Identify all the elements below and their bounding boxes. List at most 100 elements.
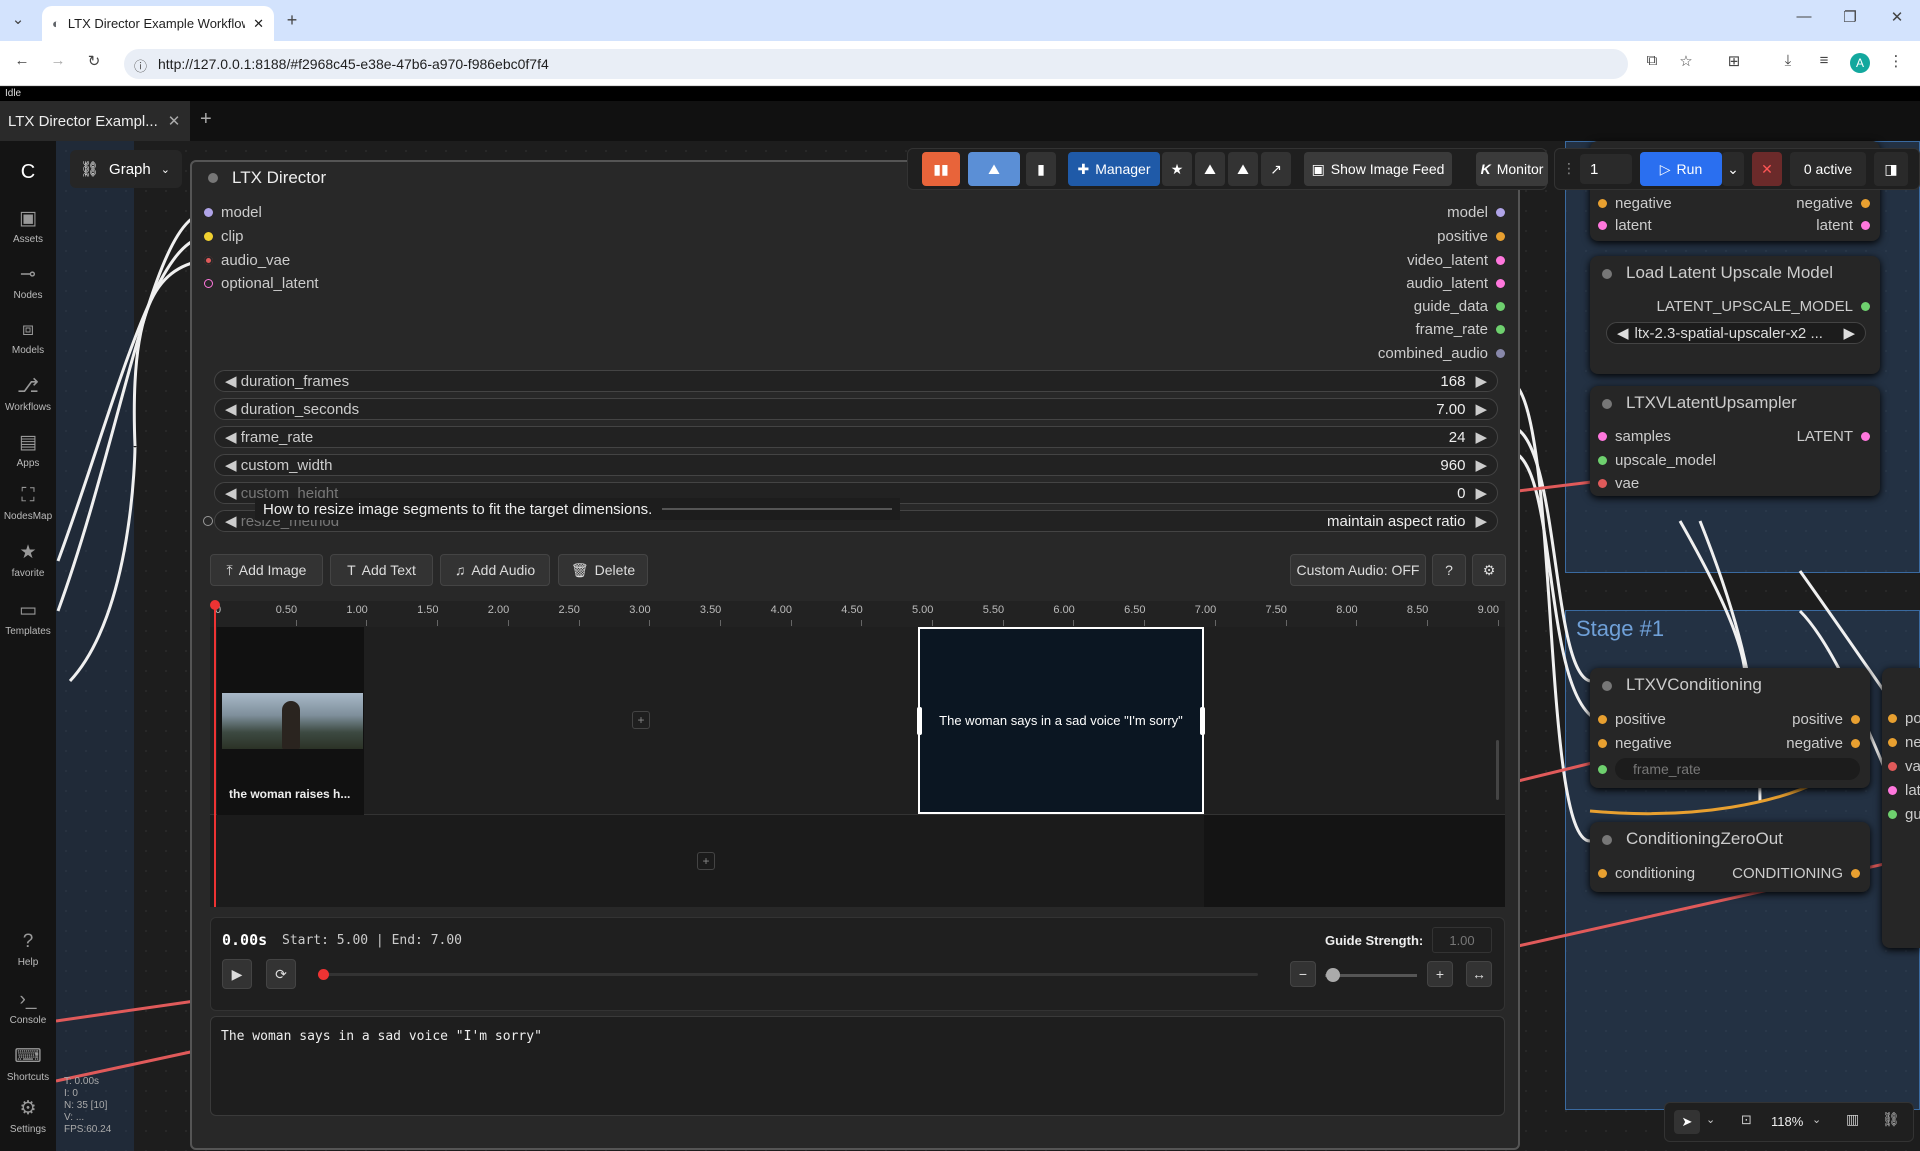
zoom-in-button[interactable]: + (1427, 961, 1453, 987)
input-optional-latent[interactable]: optional_latent (204, 275, 319, 292)
widget-duration-frames[interactable]: ◀ duration_frames 168 ▶ (214, 370, 1498, 392)
minimize-icon[interactable]: — (1792, 8, 1816, 25)
add-audio-button[interactable]: ♫ Add Audio (440, 554, 550, 586)
clip-image[interactable]: the woman raises h... (217, 627, 364, 815)
sidebar-item-settings[interactable]: ⚙ Settings (0, 1097, 56, 1135)
playhead[interactable] (214, 601, 216, 907)
restore-icon[interactable]: ❐ (1838, 8, 1862, 26)
sidebar-item-nodes[interactable]: ⊸ Nodes (0, 263, 56, 301)
reload-icon[interactable]: ↻ (82, 52, 106, 70)
arrow-left-icon[interactable]: ◀ (1617, 324, 1629, 342)
show-image-feed-button[interactable]: ▣ Show Image Feed (1304, 152, 1452, 186)
add-workspace-tab-icon[interactable]: + (200, 108, 212, 131)
arrow-left-icon[interactable]: ◀ (225, 400, 237, 418)
sidebar-item-help[interactable]: ? Help (0, 931, 56, 968)
help-button[interactable]: ? (1432, 554, 1466, 586)
logo-button[interactable]: ⛰ (968, 152, 1020, 186)
extensions-icon[interactable]: ⊞ (1722, 52, 1746, 70)
clip-resize-handle-right[interactable] (1200, 707, 1205, 735)
reading-list-icon[interactable]: ≡ (1812, 52, 1836, 69)
input-model[interactable]: model (204, 204, 262, 221)
node-ltxv-latent-upsampler[interactable]: LTXVLatentUpsampler samples upscale_mode… (1590, 386, 1880, 496)
tool-button-1[interactable]: ⛰ (1195, 152, 1225, 186)
node-collapse-dot[interactable] (208, 173, 218, 183)
sidebar-item-favorite[interactable]: ★ favorite (0, 541, 56, 579)
tool-button-2[interactable]: ⛰ (1228, 152, 1258, 186)
output-video-latent[interactable]: video_latent (1407, 252, 1505, 269)
upscale-model-combo[interactable]: ◀ ltx-2.3-spatial-upscaler-x2 ... ▶ (1606, 322, 1866, 344)
sidebar-item-models[interactable]: ⧈ Models (0, 319, 56, 356)
chrome-menu-icon[interactable]: ⋮ (1884, 52, 1908, 70)
monitor-button[interactable]: K Monitor (1476, 152, 1548, 186)
queue-icon-button[interactable]: ▮▮ (922, 152, 960, 186)
url-field[interactable]: ⓘ http://127.0.0.1:8188/#f2968c45-e38e-4… (124, 49, 1628, 79)
widget-duration-seconds[interactable]: ◀ duration_seconds 7.00 ▶ (214, 398, 1498, 420)
sidebar-item-nodesmap[interactable]: ⛶ NodesMap (0, 485, 56, 522)
play-button[interactable]: ▶ (222, 959, 252, 989)
window-close-icon[interactable]: ✕ (1885, 8, 1909, 26)
input-clip[interactable]: clip (204, 228, 244, 245)
browser-tab[interactable]: ◐ LTX Director Example Workflow ✕ (42, 6, 274, 41)
add-image-button[interactable]: ⤒ Add Image (210, 554, 323, 586)
timeline-scrollbar[interactable] (1496, 740, 1499, 800)
output-frame-rate[interactable]: frame_rate (1415, 321, 1505, 338)
output-combined-audio[interactable]: combined_audio (1378, 345, 1505, 362)
back-icon[interactable]: ← (10, 52, 34, 69)
sidebar-item-apps[interactable]: ▤ Apps (0, 431, 56, 469)
hide-links-icon[interactable]: ⛓ (1882, 1111, 1900, 1128)
arrow-left-icon[interactable]: ◀ (225, 484, 237, 502)
install-app-icon[interactable]: ⧉ (1640, 52, 1664, 69)
run-options-button[interactable]: ⌄ (1722, 152, 1744, 186)
share-button[interactable]: ↗ (1261, 152, 1291, 186)
comfy-logo[interactable]: C (0, 161, 56, 184)
add-audio-clip-button[interactable]: + (697, 852, 715, 870)
frame-rate-input[interactable]: frame_rate (1598, 758, 1860, 780)
loop-button[interactable]: ⟳ (266, 959, 296, 989)
clip-text[interactable]: The woman says in a sad voice "I'm sorry… (917, 627, 1205, 814)
forward-icon[interactable]: → (46, 52, 70, 69)
graph-selector[interactable]: ⛓ Graph ⌄ (70, 150, 182, 188)
bookmark-star-icon[interactable]: ☆ (1674, 52, 1698, 70)
arrow-right-icon[interactable]: ▶ (1475, 400, 1487, 418)
output-audio-latent[interactable]: audio_latent (1406, 275, 1505, 292)
resize-method-input-dot[interactable] (203, 516, 213, 526)
settings-button[interactable]: ⚙ (1472, 554, 1506, 586)
clip-resize-handle-left[interactable] (917, 707, 922, 735)
download-icon[interactable]: ⤓ (1776, 52, 1800, 69)
sidebar-item-shortcuts[interactable]: ⌨ Shortcuts (0, 1045, 56, 1083)
widget-custom-width[interactable]: ◀ custom_width 960 ▶ (214, 454, 1498, 476)
sidebar-item-templates[interactable]: ▭ Templates (0, 599, 56, 637)
arrow-right-icon[interactable]: ▶ (1475, 372, 1487, 390)
arrow-right-icon[interactable]: ▶ (1475, 456, 1487, 474)
arrow-left-icon[interactable]: ◀ (225, 512, 237, 530)
close-workspace-tab-icon[interactable]: ✕ (168, 112, 181, 130)
queue-count-input[interactable]: 1 (1580, 154, 1632, 184)
toggle-panel-button[interactable]: ◨ (1874, 152, 1908, 186)
scrub-track[interactable] (318, 973, 1258, 976)
sidebar-item-workflows[interactable]: ⎇ Workflows (0, 375, 56, 413)
arrow-left-icon[interactable]: ◀ (225, 428, 237, 446)
close-tab-icon[interactable]: ✕ (253, 16, 264, 32)
arrow-right-icon[interactable]: ▶ (1475, 512, 1487, 530)
add-text-button[interactable]: T Add Text (330, 554, 433, 586)
timeline-track-video[interactable] (210, 627, 1505, 815)
output-model[interactable]: model (1447, 204, 1505, 221)
new-tab-icon[interactable]: + (280, 10, 304, 31)
run-button[interactable]: ▷ Run (1640, 152, 1722, 186)
select-tool-button[interactable]: ➤ (1674, 1110, 1700, 1134)
profile-avatar[interactable]: A (1850, 53, 1870, 73)
workspace-tab[interactable]: LTX Director Exampl... ✕ (0, 101, 190, 141)
chevron-down-icon[interactable]: ⌄ (1706, 1113, 1715, 1126)
fit-view-icon[interactable]: ⊡ (1741, 1112, 1752, 1128)
tab-search-icon[interactable]: ⌄ (6, 10, 30, 28)
zoom-slider-knob[interactable] (1326, 968, 1340, 982)
star-button[interactable]: ★ (1162, 152, 1192, 186)
widget-frame-rate[interactable]: ◀ frame_rate 24 ▶ (214, 426, 1498, 448)
custom-audio-toggle[interactable]: Custom Audio: OFF (1290, 554, 1426, 586)
zoom-out-button[interactable]: − (1290, 961, 1316, 987)
output-guide-data[interactable]: guide_data (1414, 298, 1505, 315)
zoom-level[interactable]: 118% (1771, 1114, 1803, 1129)
arrow-right-icon[interactable]: ▶ (1843, 324, 1855, 342)
arrow-right-icon[interactable]: ▶ (1475, 428, 1487, 446)
site-info-icon[interactable]: ⓘ (134, 56, 147, 75)
